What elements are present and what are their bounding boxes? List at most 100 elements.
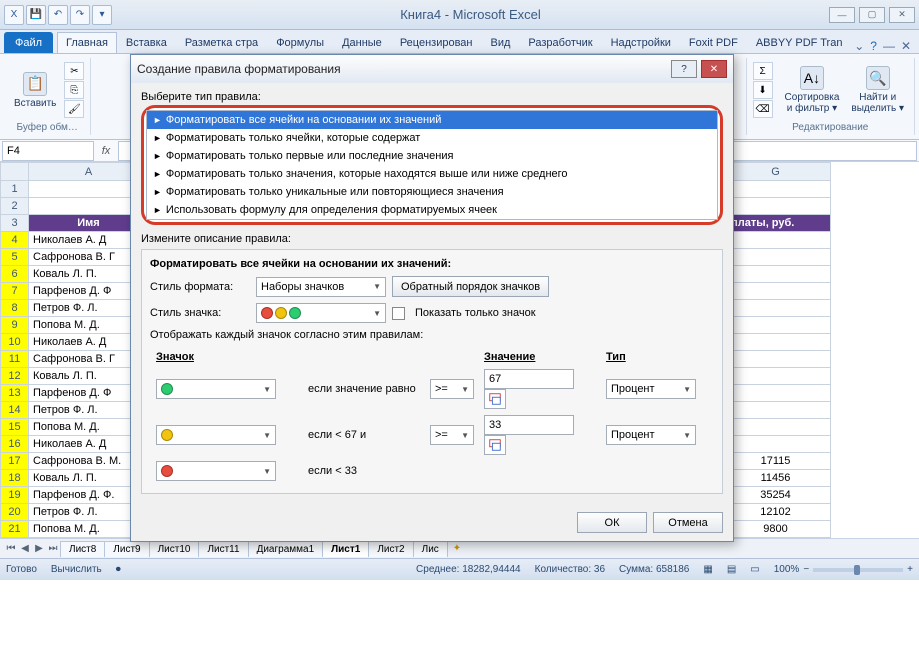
zoom-level[interactable]: 100% (774, 564, 800, 575)
excel-icon[interactable]: X (4, 5, 24, 25)
tab-review[interactable]: Рецензирован (391, 32, 482, 53)
name-box[interactable]: F4 (2, 141, 94, 161)
doc-min-icon[interactable]: — (883, 39, 895, 53)
doc-close-icon[interactable]: ✕ (901, 39, 911, 53)
cell-sal[interactable]: 17115 (721, 453, 831, 470)
format-style-combo[interactable]: Наборы значков▼ (256, 277, 386, 297)
ref2-button[interactable] (484, 435, 506, 455)
sheet-tab[interactable]: Лист9 (104, 541, 149, 557)
row-17[interactable]: 17 (1, 453, 29, 470)
col-G[interactable]: G (721, 163, 831, 181)
row-13[interactable]: 13 (1, 385, 29, 402)
row-10[interactable]: 10 (1, 334, 29, 351)
view-normal-icon[interactable]: ▦ (703, 564, 712, 575)
row-9[interactable]: 9 (1, 317, 29, 334)
row-7[interactable]: 7 (1, 283, 29, 300)
cell-sal[interactable]: 12102 (721, 504, 831, 521)
format-painter-icon[interactable]: 🖌 (64, 100, 84, 118)
sheet-tab[interactable]: Лист10 (149, 541, 200, 557)
icon3-combo[interactable]: ▼ (156, 461, 276, 481)
row-6[interactable]: 6 (1, 266, 29, 283)
rule-type-item[interactable]: ►Форматировать только первые или последн… (147, 147, 717, 165)
tab-file[interactable]: Файл (4, 32, 53, 53)
view-layout-icon[interactable]: ▤ (727, 564, 736, 575)
tab-nav-prev[interactable]: ◀ (18, 543, 32, 554)
close-button[interactable]: ✕ (889, 7, 915, 23)
select-all-corner[interactable] (1, 163, 29, 181)
row-5[interactable]: 5 (1, 249, 29, 266)
icon2-combo[interactable]: ▼ (156, 425, 276, 445)
rule-type-list[interactable]: ►Форматировать все ячейки на основании и… (146, 110, 718, 220)
sheet-tab[interactable]: Лист2 (368, 541, 413, 557)
dialog-close-button[interactable]: ✕ (701, 60, 727, 78)
sheet-tab[interactable]: Диаграмма1 (248, 541, 324, 557)
qat-dropdown-icon[interactable]: ▾ (92, 5, 112, 25)
dialog-help-button[interactable]: ? (671, 60, 697, 78)
tab-formulas[interactable]: Формулы (267, 32, 333, 53)
undo-icon[interactable]: ↶ (48, 5, 68, 25)
rule-type-item[interactable]: ►Форматировать все ячейки на основании и… (147, 111, 717, 129)
tab-abbyy[interactable]: ABBYY PDF Tran (747, 32, 852, 53)
macro-record-icon[interactable]: ⏺ (116, 564, 121, 575)
row-1[interactable]: 1 (1, 181, 29, 198)
ok-button[interactable]: ОК (577, 512, 647, 533)
cell-sal[interactable]: 9800 (721, 521, 831, 538)
tab-insert[interactable]: Вставка (117, 32, 176, 53)
row-18[interactable]: 18 (1, 470, 29, 487)
view-break-icon[interactable]: ▭ (750, 564, 759, 575)
rule-type-item[interactable]: ►Форматировать только ячейки, которые со… (147, 129, 717, 147)
tab-developer[interactable]: Разработчик (519, 32, 601, 53)
rule-type-item[interactable]: ►Форматировать только значения, которые … (147, 165, 717, 183)
fill-icon[interactable]: ⬇ (753, 81, 773, 99)
tab-addins[interactable]: Надстройки (602, 32, 680, 53)
type2-combo[interactable]: Процент▼ (606, 425, 696, 445)
new-sheet-icon[interactable]: ✦ (447, 543, 467, 554)
tab-nav-first[interactable]: ⏮ (4, 543, 18, 554)
fx-icon[interactable]: fx (98, 145, 114, 157)
status-calc[interactable]: Вычислить (51, 564, 102, 575)
rule-type-item[interactable]: ►Использовать формулу для определения фо… (147, 201, 717, 219)
redo-icon[interactable]: ↷ (70, 5, 90, 25)
row-19[interactable]: 19 (1, 487, 29, 504)
help-icon[interactable]: ? (870, 39, 877, 53)
type1-combo[interactable]: Процент▼ (606, 379, 696, 399)
rule-type-item[interactable]: ►Форматировать только уникальные или пов… (147, 183, 717, 201)
cancel-button[interactable]: Отмена (653, 512, 723, 533)
reverse-icon-order-button[interactable]: Обратный порядок значков (392, 276, 549, 297)
row-3[interactable]: 3 (1, 215, 29, 232)
sheet-tab[interactable]: Лис (413, 541, 448, 557)
row-2[interactable]: 2 (1, 198, 29, 215)
minimize-ribbon-icon[interactable]: ⌄ (854, 39, 864, 53)
sheet-tab[interactable]: Лист1 (322, 541, 369, 557)
row-20[interactable]: 20 (1, 504, 29, 521)
maximize-button[interactable]: ▢ (859, 7, 885, 23)
value2-input[interactable] (484, 415, 574, 435)
zoom-control[interactable]: 100% − + (774, 564, 913, 575)
tab-home[interactable]: Главная (57, 32, 117, 53)
row-16[interactable]: 16 (1, 436, 29, 453)
cell-sal[interactable]: 11456 (721, 470, 831, 487)
row-21[interactable]: 21 (1, 521, 29, 538)
sort-filter-button[interactable]: A↓ Сортировка и фильтр ▾ (781, 64, 844, 116)
row-15[interactable]: 15 (1, 419, 29, 436)
row-12[interactable]: 12 (1, 368, 29, 385)
tab-nav-next[interactable]: ▶ (32, 543, 46, 554)
zoom-out-icon[interactable]: − (803, 564, 809, 575)
ref1-button[interactable] (484, 389, 506, 409)
op2-combo[interactable]: >=▼ (430, 425, 474, 445)
show-icon-only-checkbox[interactable] (392, 307, 405, 320)
minimize-button[interactable]: — (829, 7, 855, 23)
zoom-slider[interactable] (813, 568, 903, 572)
dialog-titlebar[interactable]: Создание правила форматирования ? ✕ (131, 55, 733, 83)
tab-nav-last[interactable]: ⏭ (46, 543, 60, 554)
op1-combo[interactable]: >=▼ (430, 379, 474, 399)
row-4[interactable]: 4 (1, 232, 29, 249)
sheet-tab[interactable]: Лист8 (60, 541, 105, 557)
clear-icon[interactable]: ⌫ (753, 100, 773, 118)
paste-button[interactable]: 📋 Вставить (10, 70, 60, 111)
copy-icon[interactable]: ⎘ (64, 81, 84, 99)
sheet-tab[interactable]: Лист11 (198, 541, 248, 557)
cut-icon[interactable]: ✂ (64, 62, 84, 80)
autosum-icon[interactable]: Σ (753, 62, 773, 80)
tab-view[interactable]: Вид (482, 32, 520, 53)
